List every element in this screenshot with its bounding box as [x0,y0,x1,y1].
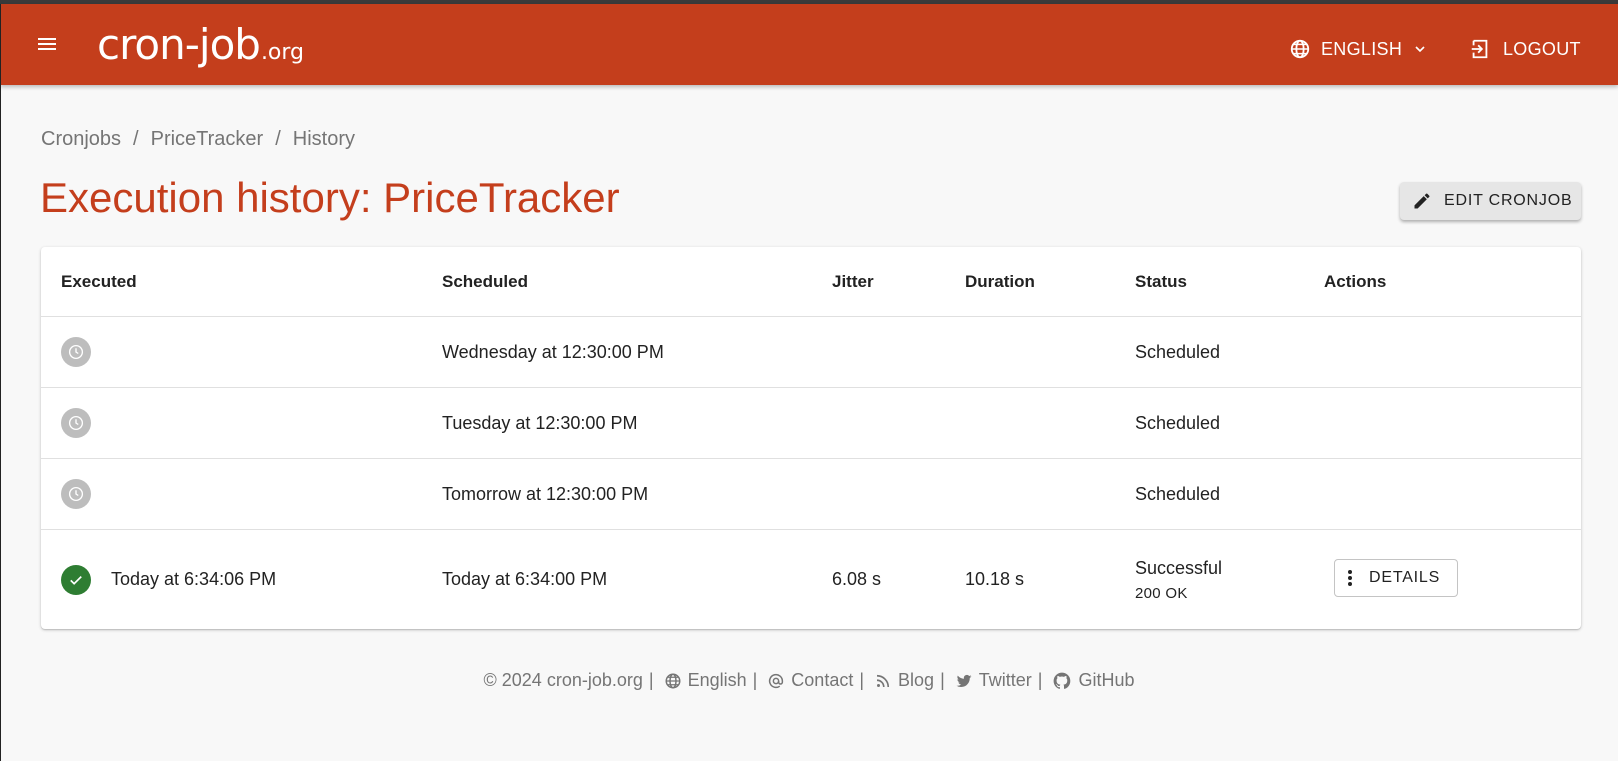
language-label: ENGLISH [1321,38,1403,59]
window-left-border [0,85,1,761]
logout-icon [1469,38,1491,60]
rss-icon [874,672,892,690]
executed-cell [61,388,91,458]
menu-button[interactable] [29,28,65,64]
scheduled-cell: Tomorrow at 12:30:00 PM [442,483,649,504]
github-icon [1052,671,1072,691]
logout-button[interactable]: LOGOUT [1469,31,1581,67]
footer-contact-label: Contact [791,670,854,690]
status-cell: Successful 200 OK [1135,530,1222,629]
column-header-actions: Actions [1324,271,1387,291]
clock-icon [61,408,91,438]
executed-cell: Today at 6:34:06 PM [61,530,276,629]
footer-link-blog[interactable]: Blog | [874,670,955,691]
column-header-duration: Duration [965,271,1035,291]
footer-separator: | [1037,670,1043,690]
table-header-row: Executed Scheduled Jitter Duration Statu… [41,247,1581,317]
table-row: Tomorrow at 12:30:00 PM Scheduled [41,459,1581,530]
footer-separator: | [940,670,945,690]
copyright-text: © 2024 cron-job.org [483,670,643,690]
column-header-executed: Executed [61,271,137,291]
logout-label: LOGOUT [1503,38,1581,59]
twitter-icon [955,672,973,690]
footer-link-contact[interactable]: Contact | [767,670,874,691]
history-table: Executed Scheduled Jitter Duration Statu… [41,247,1581,629]
footer-blog-label: Blog [898,670,935,690]
app-bar: cron-job .org ENGLISH LOGOUT [0,4,1618,85]
footer-separator: | [752,670,758,690]
pencil-icon [1412,191,1432,211]
footer-english-label: English [687,670,747,690]
footer-github-label: GitHub [1078,670,1135,690]
table-row: Tuesday at 12:30:00 PM Scheduled [41,388,1581,459]
scheduled-cell: Today at 6:34:00 PM [442,569,608,589]
status-http-code: 200 OK [1135,584,1188,602]
footer-copyright: © 2024 cron-job.org | [484,670,664,691]
breadcrumb-pricetracker[interactable]: PriceTracker [151,128,264,151]
edit-cronjob-label: EDIT CRONJOB [1444,192,1573,209]
executed-cell [61,459,91,529]
details-label: DETAILS [1369,569,1441,586]
edit-cronjob-button[interactable]: EDIT CRONJOB [1400,182,1581,220]
table-row: Wednesday at 12:30:00 PM Scheduled [41,317,1581,388]
footer-link-twitter[interactable]: Twitter | [955,670,1053,691]
footer-twitter-label: Twitter [978,670,1032,690]
breadcrumb-separator: / [275,128,281,150]
at-icon [767,672,785,690]
breadcrumb-cronjobs[interactable]: Cronjobs [41,128,121,151]
column-header-jitter: Jitter [832,271,874,291]
footer-link-english[interactable]: English | [664,670,768,691]
status-text: Successful [1135,557,1223,578]
chevron-down-icon [1412,41,1428,57]
footer-separator: | [859,670,865,690]
globe-icon [1289,38,1311,60]
duration-cell: 10.18 s [965,569,1025,589]
logo-tld-text: .org [260,40,305,65]
breadcrumb-history: History [292,128,356,150]
language-selector[interactable]: ENGLISH [1289,31,1428,67]
status-cell: Scheduled [1135,412,1221,433]
column-header-status: Status [1135,271,1187,291]
page-title: Execution history: PriceTracker [40,174,620,221]
clock-icon [61,337,91,367]
breadcrumb: Cronjobs / PriceTracker / History [41,128,355,151]
menu-icon [35,32,59,61]
check-icon [61,564,91,595]
jitter-cell: 6.08 s [832,569,882,589]
logo[interactable]: cron-job .org [97,20,304,69]
scheduled-cell: Wednesday at 12:30:00 PM [442,341,664,362]
executed-cell [61,317,91,387]
details-button[interactable]: DETAILS [1334,559,1458,597]
executed-time: Today at 6:34:06 PM [111,569,277,589]
globe-icon [664,672,682,690]
scheduled-cell: Tuesday at 12:30:00 PM [442,412,638,433]
status-cell: Scheduled [1135,341,1221,362]
table-row: Today at 6:34:06 PM Today at 6:34:00 PM … [41,530,1581,629]
more-vert-icon [1347,569,1353,587]
footer-link-github[interactable]: GitHub [1052,670,1134,691]
logo-main-text: cron-job [97,20,261,69]
footer-separator: | [648,670,654,690]
status-cell: Scheduled [1135,483,1221,504]
column-header-scheduled: Scheduled [442,271,528,291]
clock-icon [61,479,91,509]
breadcrumb-separator: / [133,128,139,150]
footer: © 2024 cron-job.org | English | Contact … [0,670,1618,691]
